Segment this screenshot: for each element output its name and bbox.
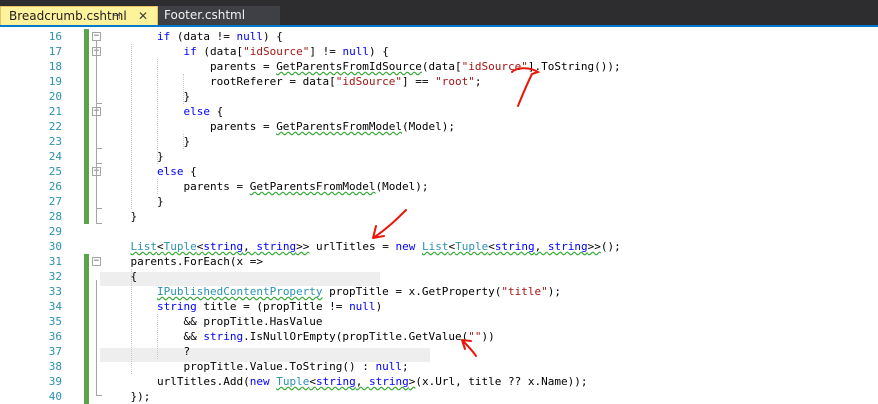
annotation-arrow-new (372, 209, 407, 239)
hand-drawn-annotations (372, 67, 541, 357)
annotation-arrow-tostring (511, 67, 541, 107)
annotation-arrow-getvalue (461, 339, 477, 357)
